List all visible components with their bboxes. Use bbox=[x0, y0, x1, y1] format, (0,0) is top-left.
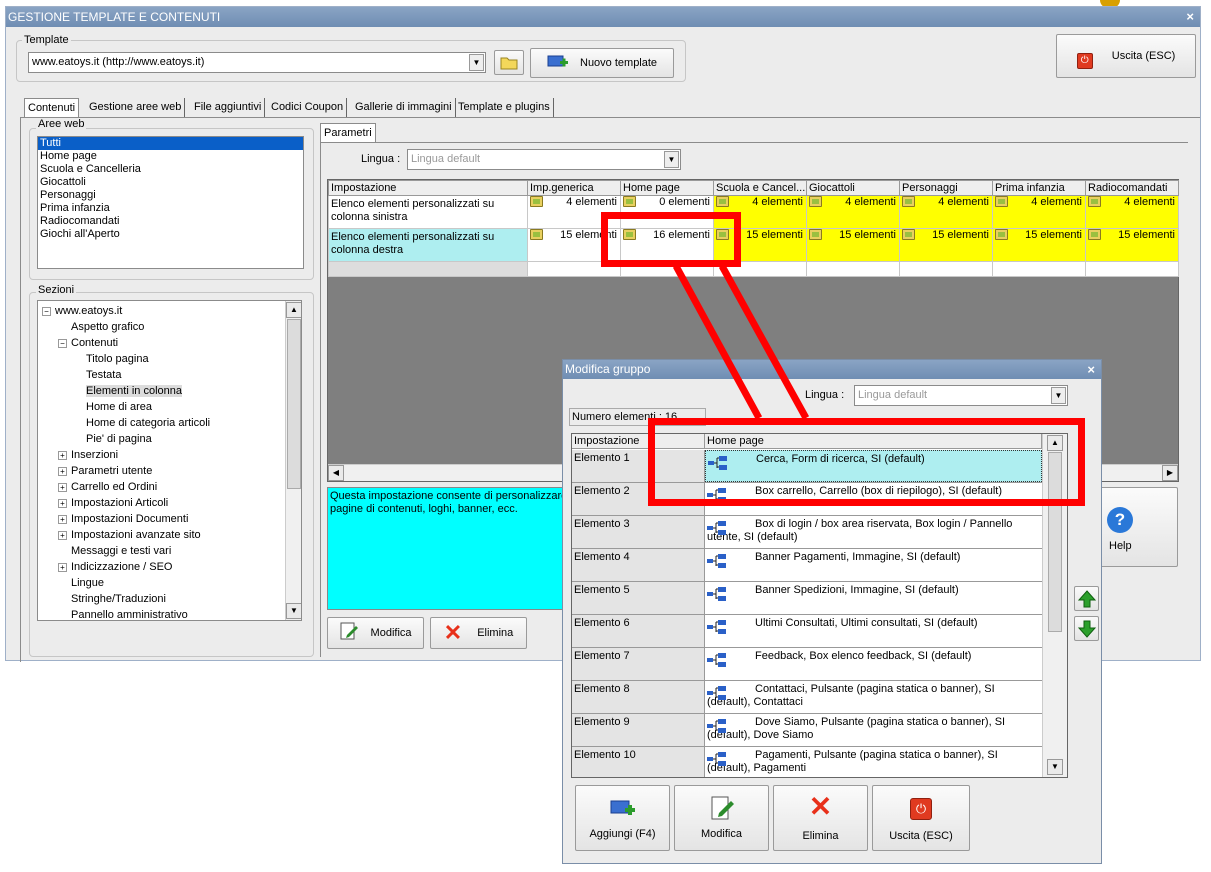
annotation-connector bbox=[672, 264, 810, 420]
